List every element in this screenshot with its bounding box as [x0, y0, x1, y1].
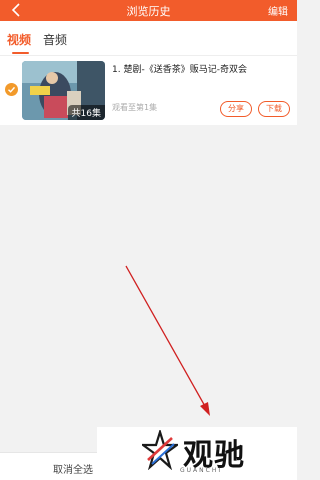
episode-count-badge: 共16集 — [67, 105, 105, 120]
checkmark-circle-icon[interactable] — [5, 83, 18, 96]
watermark: 观驰 GUANCHI — [97, 427, 297, 480]
active-tab-indicator — [12, 52, 29, 54]
share-button[interactable]: 分享 — [220, 101, 252, 117]
deselect-all-button[interactable]: 取消全选 — [53, 461, 93, 476]
tab-bar: 视频 音频 — [0, 21, 297, 56]
page-title: 浏览历史 — [126, 5, 171, 18]
watermark-subtitle: GUANCHI — [180, 467, 223, 474]
tab-audio[interactable]: 音频 — [43, 31, 67, 48]
tab-video[interactable]: 视频 — [7, 31, 31, 48]
star-logo-icon — [142, 430, 178, 470]
download-button[interactable]: 下载 — [258, 101, 290, 117]
watch-progress-text: 观看至第1集 — [112, 103, 158, 112]
video-thumbnail[interactable]: 共16集 — [22, 61, 105, 120]
video-title[interactable]: 1. 楚剧-《送香茶》贩马记-奇双会 — [112, 62, 247, 75]
header-bar: 浏览历史 编辑 — [0, 0, 297, 21]
edit-button[interactable]: 编辑 — [268, 3, 288, 18]
history-item[interactable]: 共16集 1. 楚剧-《送香茶》贩马记-奇双会 观看至第1集 分享 下载 — [0, 56, 297, 125]
